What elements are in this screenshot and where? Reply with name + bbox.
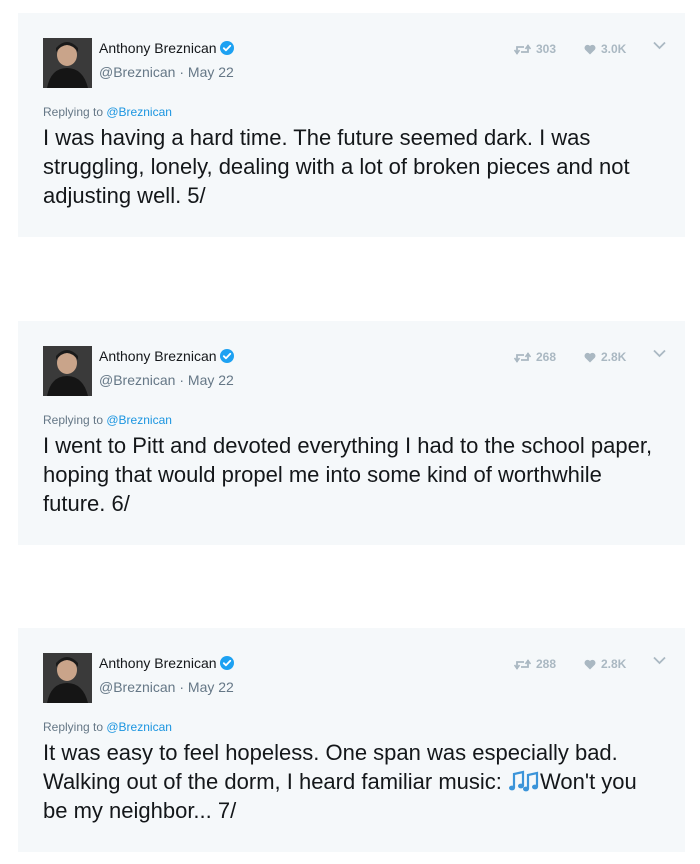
retweet-icon (514, 658, 531, 670)
avatar-image (43, 653, 92, 703)
avatar[interactable] (43, 653, 92, 703)
avatar-image (43, 346, 92, 396)
author-name-text[interactable]: Anthony Breznican (99, 655, 217, 671)
musical-notes-icon (509, 770, 539, 792)
replying-to-link[interactable]: @Breznican (106, 720, 172, 734)
handle-date: @Breznican · May 22 (99, 372, 234, 388)
tweet-card[interactable]: Anthony Breznican @Breznican · May 22 30… (18, 13, 685, 237)
verified-badge-icon (219, 656, 234, 670)
retweet-action[interactable]: 268 (514, 350, 556, 364)
tweet-actions: 303 3.0K (514, 42, 626, 56)
replying-to-label: Replying to (43, 413, 107, 427)
avatar-image (43, 38, 92, 88)
like-count: 3.0K (601, 42, 627, 56)
author-name[interactable]: Anthony Breznican (99, 655, 234, 671)
verified-badge-icon (219, 349, 234, 363)
author-handle[interactable]: @Breznican (99, 64, 175, 80)
separator: · (175, 372, 188, 388)
like-action[interactable]: 3.0K (584, 42, 626, 56)
heart-icon (584, 352, 596, 362)
like-action[interactable]: 2.8K (584, 350, 626, 364)
author-name[interactable]: Anthony Breznican (99, 348, 234, 364)
avatar[interactable] (43, 38, 92, 88)
retweet-action[interactable]: 288 (514, 657, 556, 671)
tweet-date[interactable]: May 22 (188, 372, 234, 388)
handle-date: @Breznican · May 22 (99, 64, 234, 80)
tweet-actions: 288 2.8K (514, 657, 626, 671)
retweet-icon (514, 43, 531, 55)
retweet-count: 303 (536, 42, 557, 56)
replying-to: Replying to @Breznican (43, 413, 172, 427)
replying-to: Replying to @Breznican (43, 720, 172, 734)
chevron-down-icon[interactable] (653, 41, 666, 50)
tweet-date[interactable]: May 22 (188, 679, 234, 695)
separator: · (175, 64, 188, 80)
author-handle[interactable]: @Breznican (99, 679, 175, 695)
like-action[interactable]: 2.8K (584, 657, 626, 671)
author-name[interactable]: Anthony Breznican (99, 40, 234, 56)
chevron-down-icon[interactable] (653, 656, 666, 665)
tweet-text: It was easy to feel hopeless. One span w… (43, 738, 668, 825)
like-count: 2.8K (601, 657, 627, 671)
replying-to-label: Replying to (43, 720, 107, 734)
handle-date: @Breznican · May 22 (99, 679, 234, 695)
avatar[interactable] (43, 346, 92, 396)
tweet-card[interactable]: Anthony Breznican @Breznican · May 22 28… (18, 628, 685, 852)
author-handle[interactable]: @Breznican (99, 372, 175, 388)
separator: · (175, 679, 188, 695)
tweet-date[interactable]: May 22 (188, 64, 234, 80)
tweet-text: I was having a hard time. The future see… (43, 125, 630, 208)
heart-icon (584, 44, 596, 54)
replying-to-link[interactable]: @Breznican (106, 413, 172, 427)
author-name-text[interactable]: Anthony Breznican (99, 40, 217, 56)
chevron-down-icon[interactable] (653, 349, 666, 358)
retweet-count: 288 (536, 657, 557, 671)
replying-to-link[interactable]: @Breznican (106, 105, 172, 119)
verified-badge-icon (219, 41, 234, 55)
tweet-card[interactable]: Anthony Breznican @Breznican · May 22 26… (18, 321, 685, 545)
like-count: 2.8K (601, 350, 627, 364)
heart-icon (584, 659, 596, 669)
replying-to-label: Replying to (43, 105, 107, 119)
replying-to: Replying to @Breznican (43, 105, 172, 119)
author-name-text[interactable]: Anthony Breznican (99, 348, 217, 364)
retweet-action[interactable]: 303 (514, 42, 556, 56)
tweet-text: I went to Pitt and devoted everything I … (43, 433, 653, 516)
retweet-icon (514, 351, 531, 363)
retweet-count: 268 (536, 350, 557, 364)
tweet-actions: 268 2.8K (514, 350, 626, 364)
